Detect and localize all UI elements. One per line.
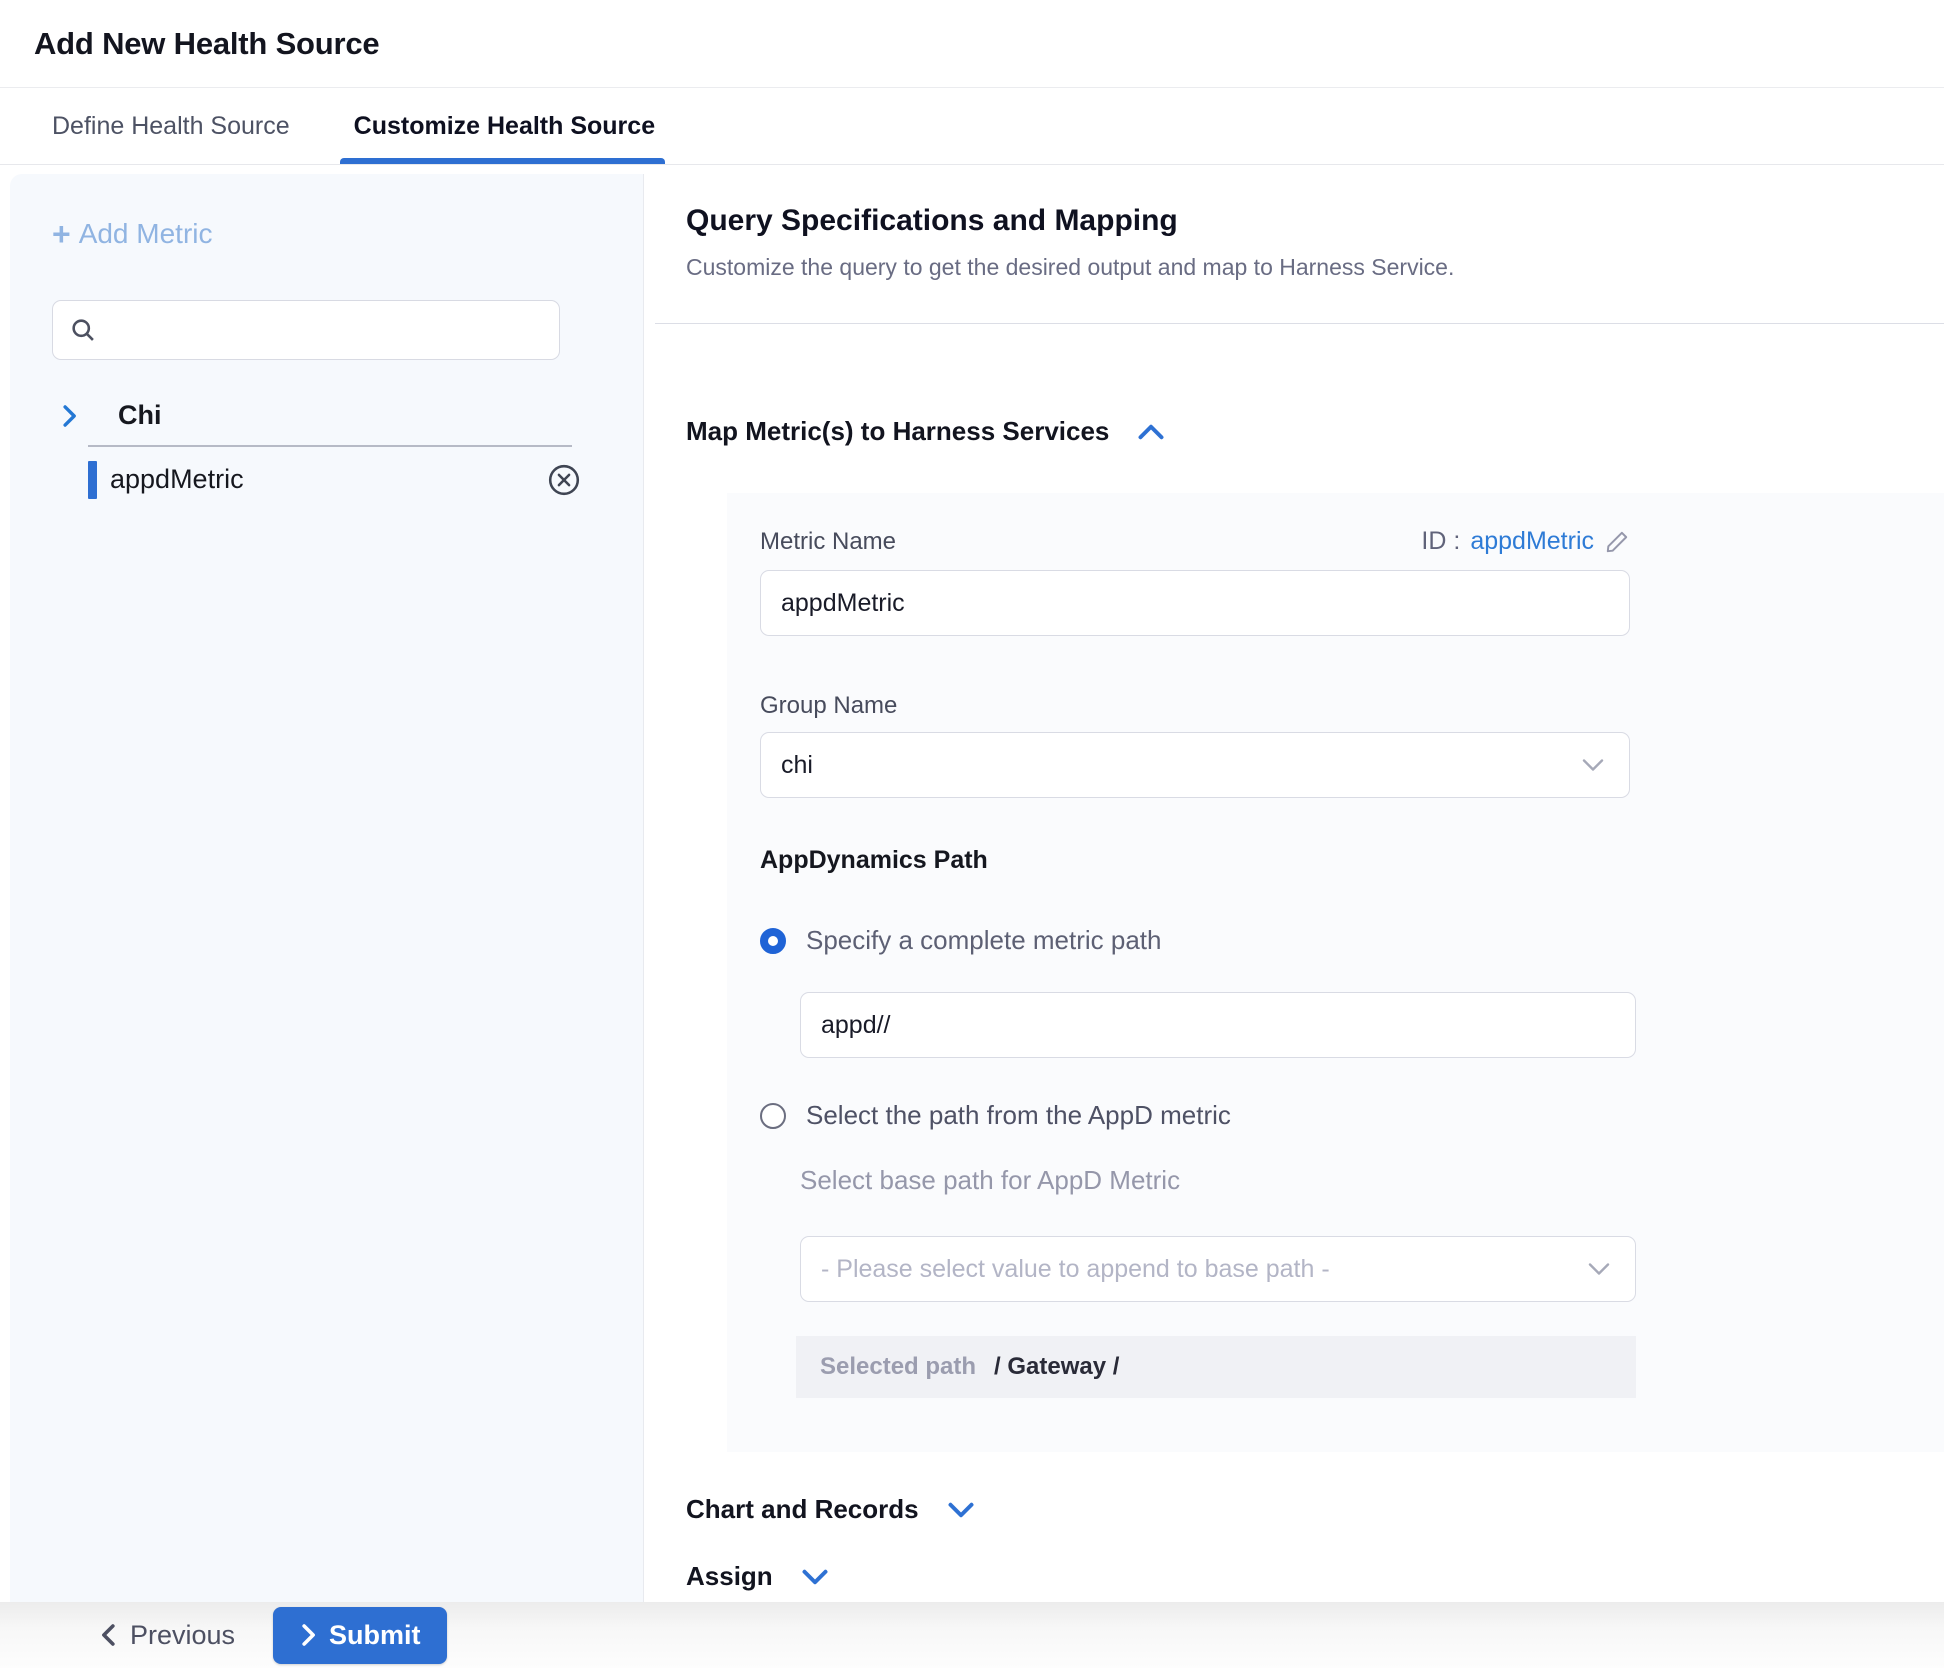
plus-icon: + xyxy=(52,220,71,248)
base-path-select[interactable]: - Please select value to append to base … xyxy=(800,1236,1636,1302)
add-metric-button[interactable]: + Add Metric xyxy=(52,218,213,250)
chevron-left-icon xyxy=(100,1622,118,1648)
selected-path-bar: Selected path / Gateway / xyxy=(796,1336,1636,1398)
section-assign-toggle[interactable]: Assign xyxy=(686,1561,829,1592)
selected-indicator xyxy=(88,461,97,499)
section-map-metrics-toggle[interactable]: Map Metric(s) to Harness Services xyxy=(686,416,1165,447)
query-specifications-panel: Query Specifications and Mapping Customi… xyxy=(644,166,1944,1602)
circle-x-icon xyxy=(546,462,582,498)
chevron-down-icon xyxy=(801,1568,829,1586)
tab-bar: Define Health Source Customize Health So… xyxy=(0,88,1944,165)
base-path-label: Select base path for AppD Metric xyxy=(800,1165,1944,1196)
section-chart-and-records-title: Chart and Records xyxy=(686,1494,919,1525)
radio-on-icon xyxy=(760,928,786,954)
radio-complete-metric-path[interactable]: Specify a complete metric path xyxy=(760,925,1162,956)
radio-select-appd-path[interactable]: Select the path from the AppD metric xyxy=(760,1100,1231,1131)
dialog-title: Add New Health Source xyxy=(34,26,379,62)
delete-metric-button[interactable] xyxy=(546,462,582,498)
dialog-content: + Add Metric Chi appdMetric xyxy=(0,166,1944,1602)
previous-button-label: Previous xyxy=(130,1620,235,1651)
submit-button-label: Submit xyxy=(329,1620,421,1651)
selected-path-label: Selected path xyxy=(820,1353,976,1381)
section-map-metrics-title: Map Metric(s) to Harness Services xyxy=(686,416,1109,447)
metric-name-input[interactable] xyxy=(760,570,1630,636)
chevron-up-icon xyxy=(1137,423,1165,441)
section-assign-title: Assign xyxy=(686,1561,773,1592)
appdynamics-path-title: AppDynamics Path xyxy=(760,846,1944,875)
pencil-icon xyxy=(1604,529,1630,555)
tab-define-health-source[interactable]: Define Health Source xyxy=(52,88,290,164)
radio-select-label: Select the path from the AppD metric xyxy=(806,1100,1231,1131)
map-metrics-form: Metric Name ID : appdMetric Group Name xyxy=(727,493,1944,1452)
chevron-right-icon xyxy=(299,1622,317,1648)
complete-metric-path-input[interactable] xyxy=(800,992,1636,1058)
metric-sidebar: + Add Metric Chi appdMetric xyxy=(10,174,644,1602)
metric-id-label: ID : xyxy=(1421,527,1460,556)
add-health-source-dialog: Add New Health Source Define Health Sour… xyxy=(0,0,1944,1668)
metric-group-chi[interactable]: Chi xyxy=(58,400,643,431)
dialog-header: Add New Health Source xyxy=(0,0,1944,88)
metric-name-label: Metric Name xyxy=(760,528,896,556)
tab-customize-health-source[interactable]: Customize Health Source xyxy=(354,88,655,164)
group-name-label: Group Name xyxy=(760,692,1944,720)
group-name-value: chi xyxy=(781,751,1581,780)
page-subtitle: Customize the query to get the desired o… xyxy=(686,254,1944,281)
divider xyxy=(655,323,1944,324)
section-chart-and-records-toggle[interactable]: Chart and Records xyxy=(686,1494,975,1525)
edit-id-button[interactable] xyxy=(1604,529,1630,555)
chevron-down-icon xyxy=(947,1501,975,1519)
radio-off-icon xyxy=(760,1103,786,1129)
chevron-down-icon xyxy=(1581,757,1605,773)
tree-divider xyxy=(88,445,572,447)
metric-id-group: ID : appdMetric xyxy=(1421,527,1630,556)
metric-search-input[interactable] xyxy=(97,301,559,359)
dialog-footer: Previous Submit xyxy=(0,1602,1944,1668)
base-path-placeholder: - Please select value to append to base … xyxy=(821,1255,1587,1284)
metric-id-value[interactable]: appdMetric xyxy=(1470,527,1594,556)
previous-button[interactable]: Previous xyxy=(100,1620,235,1651)
submit-button[interactable]: Submit xyxy=(273,1607,447,1664)
selected-path-value: / Gateway / xyxy=(994,1353,1119,1381)
chevron-right-icon xyxy=(58,403,80,429)
metric-group-label: Chi xyxy=(118,400,162,431)
metric-item-label: appdMetric xyxy=(110,464,244,495)
page-title: Query Specifications and Mapping xyxy=(686,204,1944,238)
metric-item-appdmetric[interactable]: appdMetric xyxy=(10,449,643,510)
radio-complete-label: Specify a complete metric path xyxy=(806,925,1162,956)
metric-search-box xyxy=(52,300,560,360)
metric-name-row: Metric Name ID : appdMetric xyxy=(760,527,1630,556)
chevron-down-icon xyxy=(1587,1261,1611,1277)
add-metric-label: Add Metric xyxy=(79,218,213,250)
group-name-select[interactable]: chi xyxy=(760,732,1630,798)
search-icon xyxy=(69,316,97,344)
